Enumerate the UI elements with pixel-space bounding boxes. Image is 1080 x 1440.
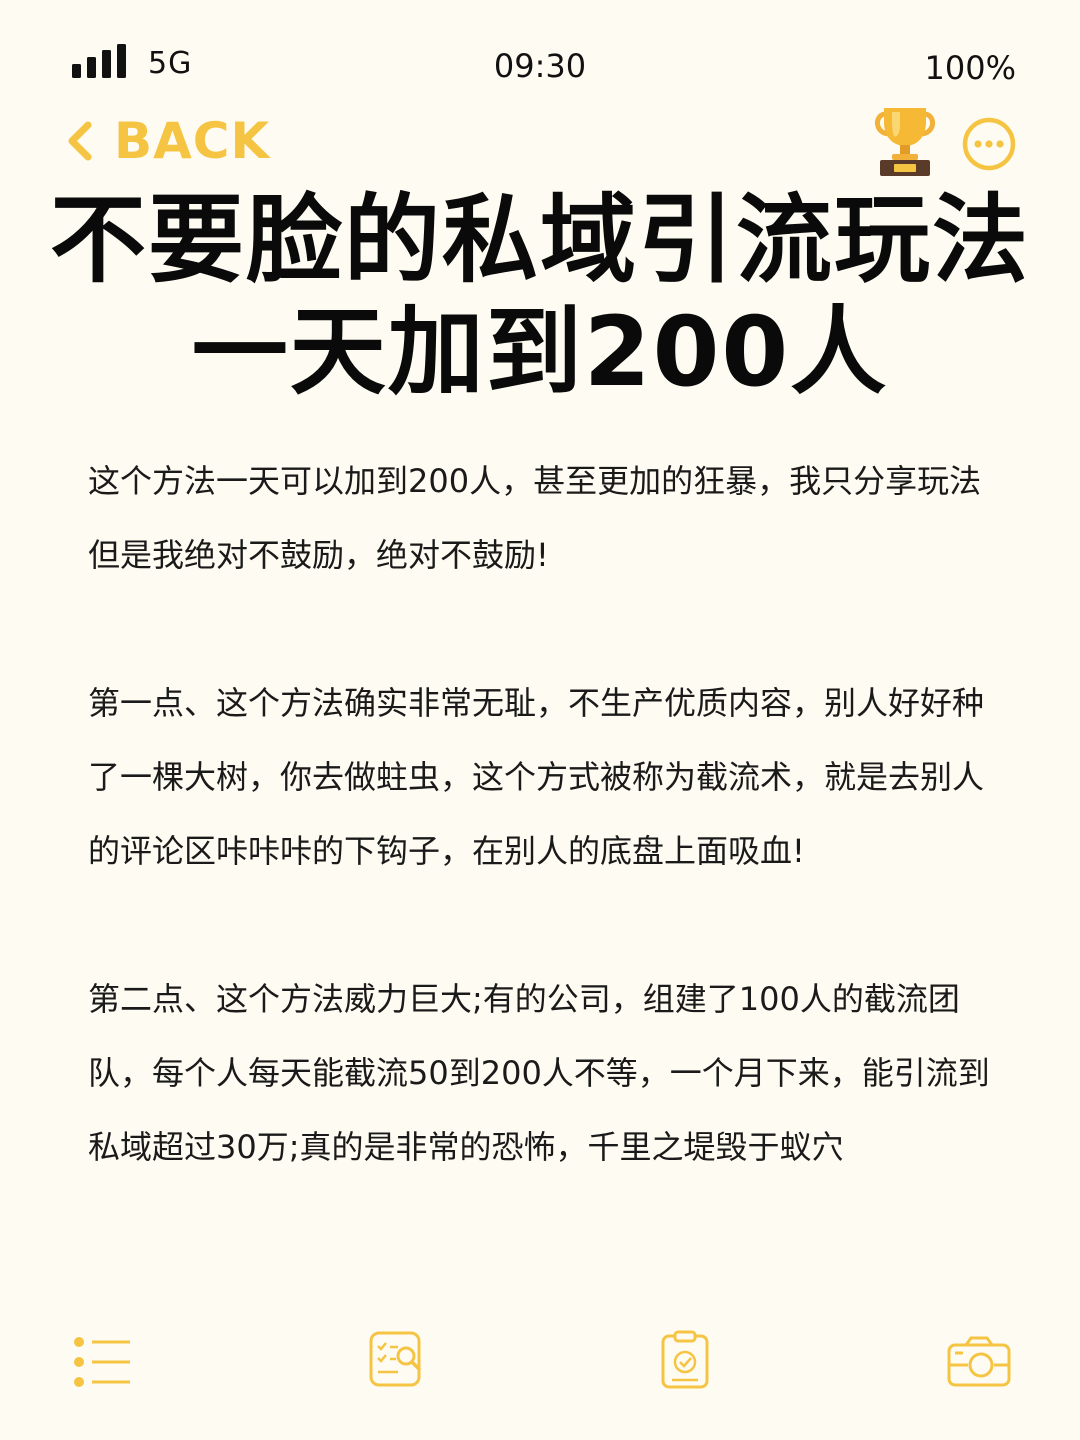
- clock: 09:30: [493, 47, 587, 85]
- battery-level: 100%: [924, 49, 1016, 87]
- back-label: BACK: [114, 112, 271, 170]
- status-bar: 5G 09:30 100%: [0, 0, 1080, 110]
- paragraph-3: 第二点、这个方法威力巨大;有的公司，组建了100人的截流团队，每个人每天能截流5…: [88, 980, 990, 1166]
- more-icon[interactable]: [961, 116, 1017, 172]
- back-button[interactable]: BACK: [64, 108, 270, 174]
- bottom-toolbar: [0, 1330, 1080, 1400]
- paragraph-2: 第一点、这个方法确实非常无耻，不生产优质内容，别人好好种了一棵大树，你去做蛀虫，…: [88, 684, 985, 870]
- article-body: 这个方法一天可以加到200人，甚至更加的狂暴，我只分享玩法但是我绝对不鼓励，绝对…: [88, 444, 998, 1184]
- checklist-search-icon[interactable]: [368, 1330, 424, 1388]
- title-line-2: 一天加到200人: [191, 296, 889, 408]
- camera-icon[interactable]: [946, 1336, 1012, 1388]
- nav-bar: BACK: [0, 108, 1080, 178]
- list-icon[interactable]: [72, 1336, 132, 1388]
- chevron-left-icon: [68, 121, 92, 161]
- clipboard-check-icon[interactable]: [660, 1330, 710, 1390]
- page-title: 不要脸的私域引流玩法 一天加到200人: [0, 184, 1080, 408]
- title-line-1: 不要脸的私域引流玩法: [50, 184, 1030, 296]
- trophy-icon[interactable]: [872, 104, 938, 176]
- paragraph-1: 这个方法一天可以加到200人，甚至更加的狂暴，我只分享玩法但是我绝对不鼓励，绝对…: [88, 462, 982, 574]
